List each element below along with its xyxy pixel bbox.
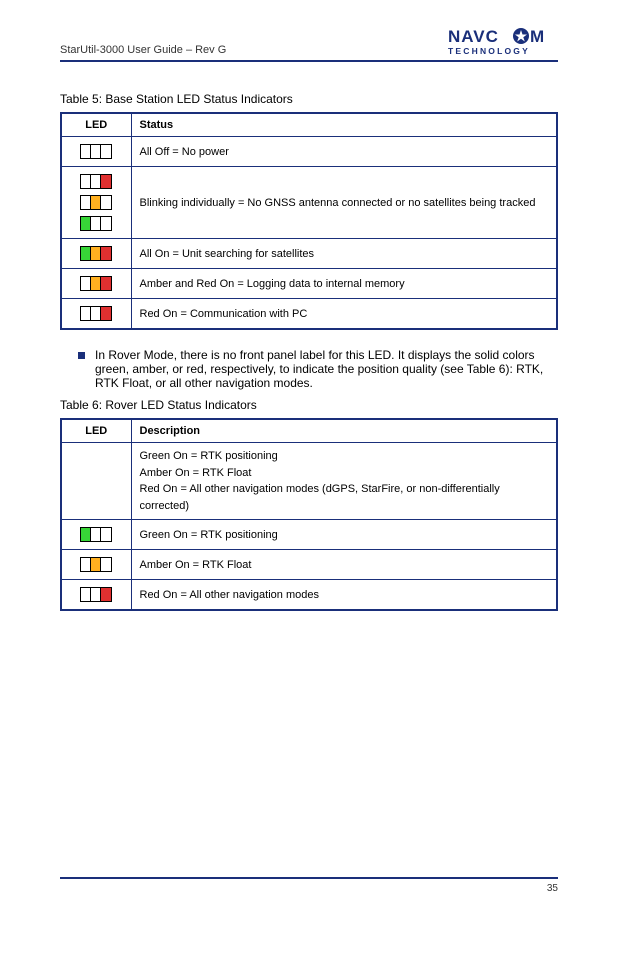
table6-row1-text: Green On = RTK positioning xyxy=(131,520,557,550)
table6-head-led: LED xyxy=(61,419,131,443)
led-icon xyxy=(80,276,112,291)
table-row: All Off = No power xyxy=(61,137,557,167)
led-icon xyxy=(80,195,112,210)
table5-row2-text: All On = Unit searching for satellites xyxy=(131,239,557,269)
table5-head-led: LED xyxy=(61,113,131,137)
table5-row1-text: Blinking individually = No GNSS antenna … xyxy=(131,167,557,239)
svg-text:M: M xyxy=(530,27,544,46)
table-row: Amber On = RTK Float xyxy=(61,550,557,580)
table6-row0-text: Green On = RTK positioningAmber On = RTK… xyxy=(131,443,557,520)
table5-row0-text: All Off = No power xyxy=(131,137,557,167)
led-icon xyxy=(80,587,112,602)
table5-row3-text: Amber and Red On = Logging data to inter… xyxy=(131,269,557,299)
table6-row2-text: Amber On = RTK Float xyxy=(131,550,557,580)
table5-row4-text: Red On = Communication with PC xyxy=(131,299,557,330)
logo-sub-text: TECHNOLOGY xyxy=(448,46,530,56)
led-icon xyxy=(80,306,112,321)
table-row: Blinking individually = No GNSS antenna … xyxy=(61,167,557,239)
table5-head-status: Status xyxy=(131,113,557,137)
led-icon xyxy=(80,144,112,159)
table5: LED Status All Off = No power Blinking i… xyxy=(60,112,558,330)
table-row: Red On = Communication with PC xyxy=(61,299,557,330)
standalone-text: In Rover Mode, there is no front panel l… xyxy=(95,348,558,390)
table6-row3-text: Red On = All other navigation modes xyxy=(131,580,557,611)
led-icon xyxy=(80,216,112,231)
standalone-note: In Rover Mode, there is no front panel l… xyxy=(78,348,558,390)
page-footer: 35 xyxy=(60,877,558,894)
table-row: Amber and Red On = Logging data to inter… xyxy=(61,269,557,299)
logo-main-text: NAVC xyxy=(448,27,499,46)
table-row: Red On = All other navigation modes xyxy=(61,580,557,611)
table-row: All On = Unit searching for satellites xyxy=(61,239,557,269)
page-header: StarUtil-3000 User Guide – Rev G NAVC M … xyxy=(60,26,558,62)
table6: LED Description Green On = RTK positioni… xyxy=(60,418,558,611)
led-icon xyxy=(80,527,112,542)
page-number: 35 xyxy=(547,883,558,894)
navcom-logo: NAVC M TECHNOLOGY xyxy=(448,26,558,56)
led-icon xyxy=(80,246,112,261)
led-icon xyxy=(80,557,112,572)
bullet-icon xyxy=(78,352,85,359)
table6-caption: Table 6: Rover LED Status Indicators xyxy=(60,398,558,412)
led-icon xyxy=(80,174,112,189)
table6-head-desc: Description xyxy=(131,419,557,443)
table-row: Green On = RTK positioning xyxy=(61,520,557,550)
doc-title: StarUtil-3000 User Guide – Rev G xyxy=(60,44,226,56)
table-row: Green On = RTK positioningAmber On = RTK… xyxy=(61,443,557,520)
table5-caption: Table 5: Base Station LED Status Indicat… xyxy=(60,92,558,106)
